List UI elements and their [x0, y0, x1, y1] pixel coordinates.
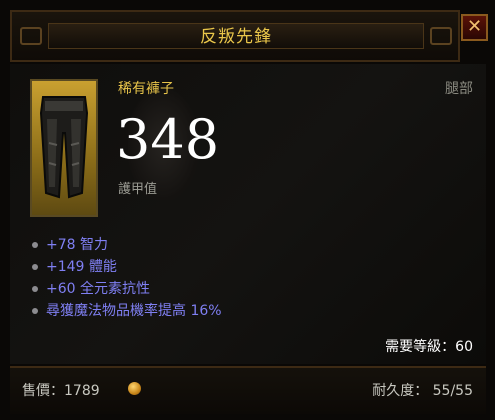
item-icon-slot	[30, 79, 98, 217]
affix-text: +60 全元素抗性	[46, 281, 150, 297]
required-level: 需要等級：60	[385, 339, 473, 355]
header-ornament-right	[430, 27, 452, 45]
close-icon: ✕	[466, 16, 483, 37]
item-title: 反叛先鋒	[200, 27, 272, 47]
affix-text: 尋獲魔法物品機率提高 16%	[46, 303, 222, 319]
affix-item: +149 體能	[32, 256, 222, 278]
affix-text: +78 智力	[46, 237, 108, 253]
armor-label: 護甲值	[118, 182, 158, 197]
tooltip-header: 反叛先鋒	[10, 10, 460, 62]
bullet-icon	[32, 264, 38, 270]
affix-item: +60 全元素抗性	[32, 278, 222, 300]
bullet-icon	[32, 308, 38, 314]
title-bar: 反叛先鋒	[48, 23, 424, 49]
affix-item: 尋獲魔法物品機率提高 16%	[32, 300, 222, 322]
durability: 耐久度： 55/55	[372, 383, 473, 399]
bullet-icon	[32, 242, 38, 248]
pants-icon	[39, 96, 89, 199]
close-button[interactable]: ✕	[461, 14, 488, 41]
item-tooltip: 反叛先鋒 ✕ 稀有褲子 腿部 348 護甲值 +78 智力 +149 體能 +6…	[0, 0, 495, 420]
gold-coin-icon	[128, 382, 141, 395]
affix-text: +149 體能	[46, 259, 117, 275]
sell-price: 售價：1789	[22, 383, 100, 399]
affix-item: +78 智力	[32, 234, 222, 256]
armor-value: 348	[116, 108, 220, 171]
affix-list: +78 智力 +149 體能 +60 全元素抗性 尋獲魔法物品機率提高 16%	[32, 234, 222, 322]
item-slot-name: 腿部	[445, 81, 473, 97]
bullet-icon	[32, 286, 38, 292]
item-type: 稀有褲子	[118, 81, 174, 97]
header-ornament-left	[20, 27, 42, 45]
